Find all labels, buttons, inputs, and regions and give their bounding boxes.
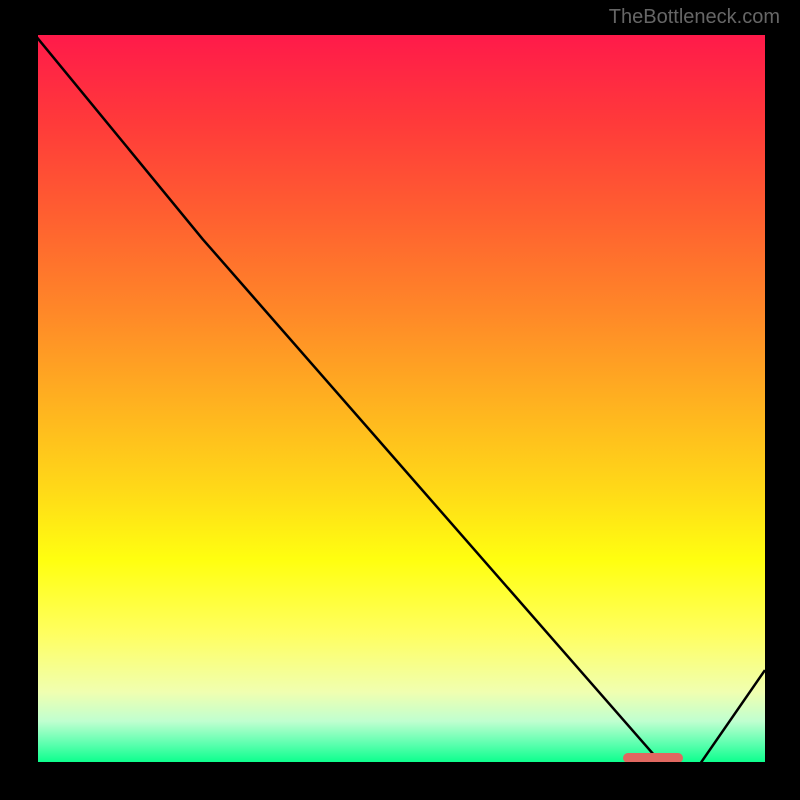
line-curve [35,35,765,765]
attribution-text: TheBottleneck.com [609,6,780,29]
x-axis [35,762,765,765]
chart-plot-area [35,35,765,765]
y-axis [35,35,38,765]
